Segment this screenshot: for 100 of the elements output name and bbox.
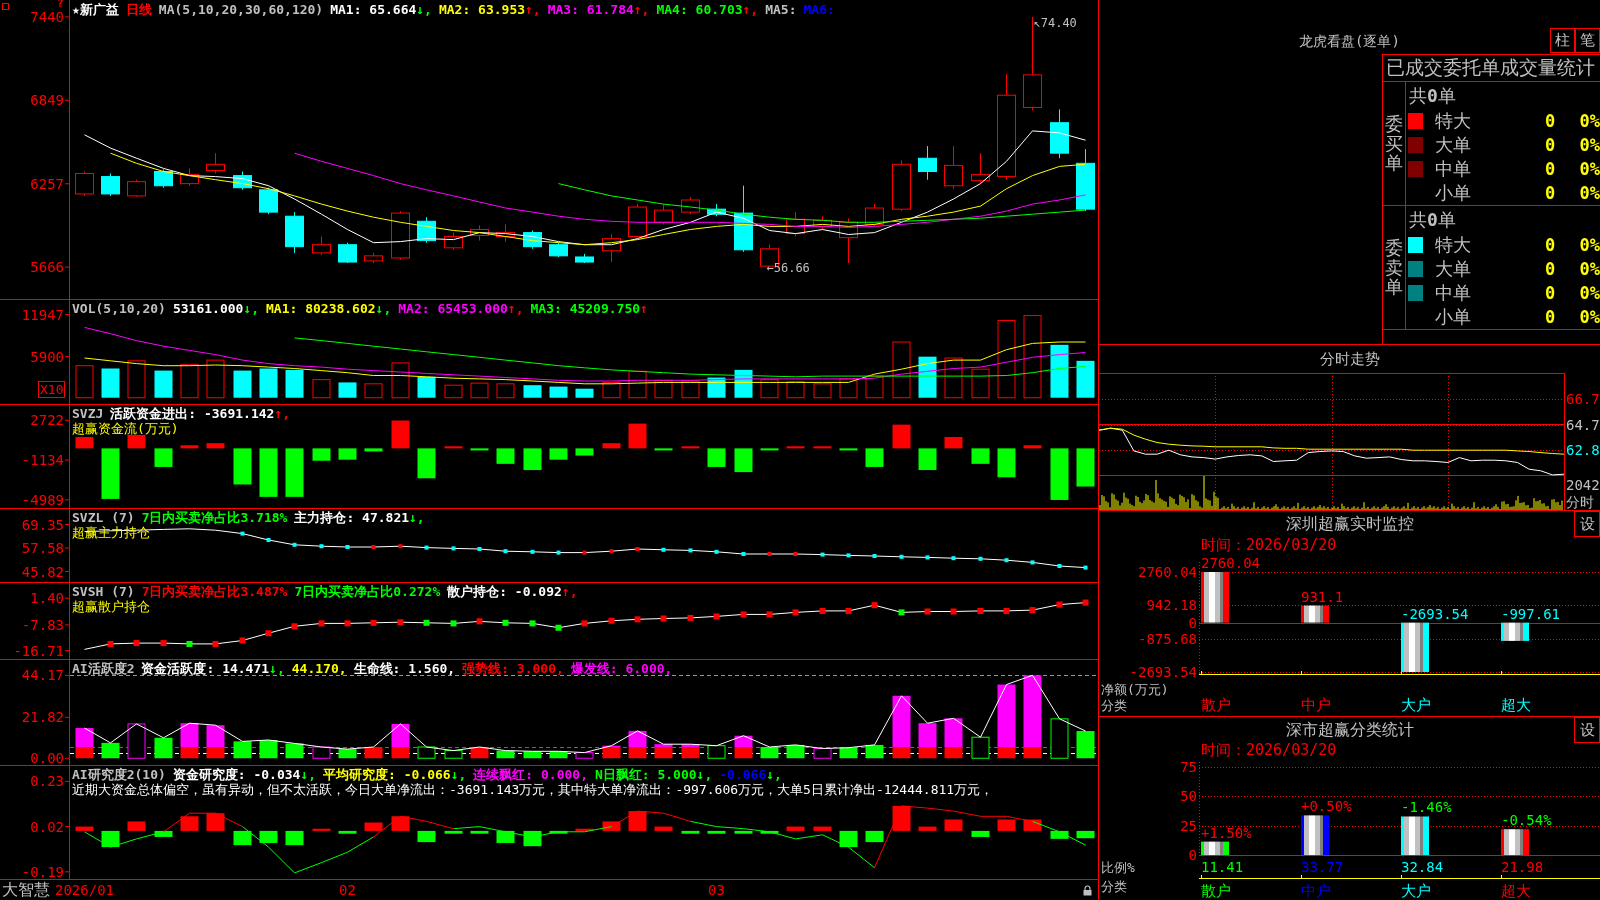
legend-text: MA2: 63.953 xyxy=(438,2,526,17)
legend-text: SVSH (7) xyxy=(72,584,135,599)
legend-text: 53161.000 xyxy=(172,301,244,316)
legend-text: MA1: 65.664 xyxy=(330,2,417,17)
legend-text: 7日内买卖净占比3.487% xyxy=(141,584,288,599)
legend-text: -0.066 xyxy=(719,767,767,782)
axis-label: -2693.54 xyxy=(1129,664,1197,680)
bar-value-label: -997.61 xyxy=(1501,605,1560,622)
candlestick xyxy=(338,242,357,264)
view-mode-button[interactable]: 柱 xyxy=(1550,28,1575,53)
date-label: 03 xyxy=(708,882,725,898)
candlestick xyxy=(312,236,331,256)
panel-title: 分时走势 xyxy=(1318,349,1381,370)
legend-text: 日线 xyxy=(125,2,152,17)
trend-arrow: ↓, xyxy=(696,767,713,782)
legend-text: 44.170, xyxy=(291,661,347,676)
axis-label: 0 xyxy=(1188,847,1197,863)
order-count: 0 xyxy=(1543,283,1557,303)
axis-label: -4989 xyxy=(21,491,64,508)
bar-value-label: 11.41 xyxy=(1201,859,1244,875)
lock-icon xyxy=(1083,884,1092,896)
legend-text: MA3: 61.784 xyxy=(547,2,634,17)
axis-label: 2042 xyxy=(1566,477,1600,493)
axis-label: 25 xyxy=(1180,817,1197,834)
order-count: 0 xyxy=(1543,135,1557,155)
legend-note: 近期大资金总体偏空，虽有异动，但不太活跃，今日大单净流出：-3691.143万元，其中特大单净流出：-997.606万元，大单5日累计净出-12444.811万元， xyxy=(72,782,994,797)
legend-text: AI研究度2(10) xyxy=(72,767,166,782)
axis-title: 分类 xyxy=(1101,698,1127,713)
legend-text: AI活跃度2 xyxy=(72,661,135,676)
panel-title: 深市超赢分类统计 xyxy=(1285,719,1414,741)
legend-note: 超赢资金流(万元) xyxy=(72,421,179,436)
order-size-label: 大单 xyxy=(1435,258,1472,280)
order-total: 共0单 xyxy=(1408,208,1457,232)
group-label: 委卖单 xyxy=(1385,237,1403,298)
legend-text: 强势线: 3.000, xyxy=(462,661,564,676)
axis-label: 66.7 xyxy=(1566,390,1600,407)
change-label: -1.46% xyxy=(1401,799,1452,816)
date-label: 2026/01 xyxy=(55,882,114,898)
axis-label: 69.35 xyxy=(21,516,64,533)
legend-text: N日飘红: 5.000 xyxy=(595,767,697,782)
legend-text: MA3: 45209.750 xyxy=(530,301,641,316)
order-size-label: 中单 xyxy=(1435,158,1472,180)
axis-label: 942.18 xyxy=(1146,597,1197,614)
order-size-label: 小单 xyxy=(1435,306,1472,328)
settings-button[interactable]: 设 xyxy=(1574,717,1600,743)
axis-label: -7.83 xyxy=(21,616,64,633)
trend-arrow: ↓, xyxy=(269,661,285,676)
bar-value-label: 2760.04 xyxy=(1201,555,1260,571)
legend-text: MA(5,10,20,30,60,120) xyxy=(158,2,324,17)
candlestick xyxy=(892,159,911,212)
candlestick xyxy=(180,167,199,187)
price-annotation: ↖74.40 xyxy=(1033,15,1077,30)
trend-arrow: ↑, xyxy=(561,584,578,599)
axis-label: 2760.04 xyxy=(1138,564,1197,580)
legend-text: 7日内买卖净占比3.718% xyxy=(141,510,288,525)
candlestick xyxy=(470,224,489,242)
legend-text: 连续飘红: 0.000, xyxy=(473,767,588,782)
category-label: 超大 xyxy=(1501,696,1531,714)
panel-title: 深圳超赢实时监控 xyxy=(1285,513,1414,535)
trend-arrow: ↓, xyxy=(766,767,782,782)
net-amount-bar xyxy=(1201,572,1229,623)
change-label: +0.50% xyxy=(1301,798,1352,815)
trend-arrow: ↑, xyxy=(507,301,524,316)
trend-arrow: ↓, xyxy=(375,301,392,316)
order-share: 0% xyxy=(1578,135,1600,155)
candlestick xyxy=(734,185,753,253)
candlestick xyxy=(364,252,383,264)
order-total: 共0单 xyxy=(1408,84,1457,108)
legend-text: 7日内买卖净占比0.272% xyxy=(294,584,441,599)
settings-button[interactable]: 设 xyxy=(1574,511,1600,537)
axis-unit-label: 分时 xyxy=(1566,494,1594,510)
bar-value-label: -2693.54 xyxy=(1401,605,1469,622)
view-mode-button[interactable]: 笔 xyxy=(1575,28,1600,53)
candlestick xyxy=(206,152,225,174)
candlestick xyxy=(628,203,647,239)
axis-label: 6257 xyxy=(30,175,64,192)
order-count: 0 xyxy=(1543,159,1557,179)
trend-arrow: ↓, xyxy=(300,767,317,782)
legend-text: 散户持仓: -0.092 xyxy=(447,584,562,599)
candlestick xyxy=(786,211,805,237)
candlestick xyxy=(75,171,94,197)
order-size-label: 中单 xyxy=(1435,282,1472,304)
axis-label: 11947 xyxy=(21,306,64,323)
category-label: 中户 xyxy=(1301,696,1331,714)
candlestick xyxy=(285,211,304,254)
order-share: 0% xyxy=(1578,235,1600,255)
axis-label: 0.00 xyxy=(30,750,64,765)
order-share: 0% xyxy=(1578,283,1600,303)
date-label: 02 xyxy=(339,882,356,898)
candlestick xyxy=(918,145,937,181)
trend-arrow: ↑, xyxy=(633,2,650,17)
axis-label: 6849 xyxy=(30,92,64,109)
candlestick xyxy=(444,232,463,251)
date-text: 时间：2026/03/20 xyxy=(1200,743,1338,758)
legend-text: MA4: 60.703 xyxy=(656,2,743,17)
axis-title: 分类 xyxy=(1101,879,1127,894)
bar-value-label: 931.1 xyxy=(1301,588,1344,605)
axis-label: -875.68 xyxy=(1138,630,1197,647)
category-label: 散户 xyxy=(1201,882,1231,900)
legend-text: VOL(5,10,20) xyxy=(72,301,166,316)
